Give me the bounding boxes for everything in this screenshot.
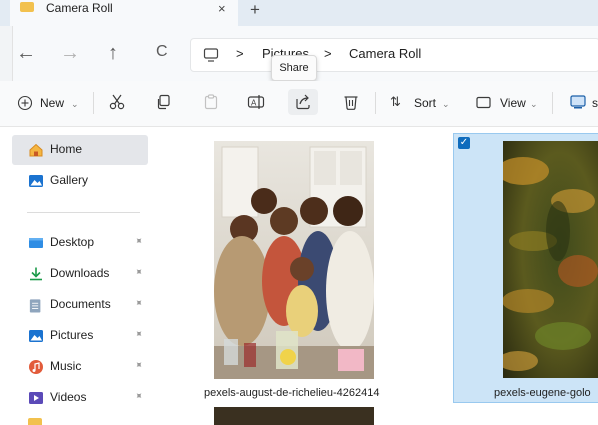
chevron-down-icon: ⌄ (442, 99, 450, 109)
divider (375, 92, 376, 114)
folder-icon[interactable] (28, 418, 42, 425)
sidebar-item-label: Music (50, 359, 82, 373)
sidebar-item-label: Desktop (50, 235, 95, 249)
sidebar-item-documents[interactable]: Documents ✦ (12, 290, 148, 320)
home-icon (29, 143, 43, 157)
refresh-button[interactable]: C (156, 43, 168, 61)
photo-thumbnail (214, 141, 374, 379)
sort-label: Sort (414, 96, 437, 110)
pin-icon[interactable]: ✦ (131, 359, 145, 373)
address-bar[interactable]: > Pictures > Camera Roll (190, 38, 598, 72)
file-name: pexels-eugene-golo (494, 387, 591, 399)
sidebar-item-label: Documents (50, 297, 111, 311)
sidebar-item-gallery[interactable]: Gallery (12, 166, 148, 196)
desktop-icon (29, 238, 43, 248)
view-label: View (500, 96, 526, 110)
pictures-icon (29, 330, 43, 342)
sidebar-item-pictures[interactable]: Pictures ✦ (12, 321, 148, 351)
documents-icon (29, 299, 41, 313)
copy-icon[interactable] (155, 93, 173, 111)
share-tooltip: Share (271, 55, 317, 81)
chevron-down-icon: ⌄ (71, 99, 79, 109)
sidebar-divider (27, 212, 140, 213)
checkbox-checked-icon[interactable]: ✓ (458, 137, 470, 149)
new-button[interactable]: New ⌄ (14, 94, 94, 114)
new-label: New (40, 96, 65, 110)
file-item[interactable]: pexels-august-de-richelieu-4262414 (200, 135, 400, 400)
sort-button[interactable]: ⇅ Sort ⌄ (388, 94, 454, 114)
delete-icon[interactable] (342, 93, 360, 111)
set-background-icon[interactable] (570, 94, 588, 110)
sidebar-item-desktop[interactable]: Desktop ✦ (12, 228, 148, 258)
divider (93, 92, 94, 114)
pin-icon[interactable]: ✦ (131, 266, 145, 280)
download-icon (30, 267, 42, 281)
pin-icon[interactable]: ✦ (131, 297, 145, 311)
forward-button[interactable]: → (60, 42, 80, 65)
sidebar-item-videos[interactable]: Videos ✦ (12, 383, 148, 413)
file-name: pexels-august-de-richelieu-4262414 (204, 387, 380, 399)
view-icon (476, 96, 491, 109)
cut-icon[interactable] (108, 93, 126, 111)
view-button[interactable]: View ⌄ (474, 94, 544, 114)
new-tab-button[interactable]: + (250, 0, 260, 20)
breadcrumb-separator: > (324, 46, 332, 61)
sidebar-item-label: Pictures (50, 328, 94, 342)
paste-icon[interactable] (202, 93, 220, 111)
back-button[interactable]: ← (16, 42, 36, 65)
share-icon (296, 94, 310, 110)
share-button[interactable] (288, 89, 318, 115)
divider (552, 92, 553, 114)
pin-icon[interactable]: ✦ (131, 235, 145, 249)
folder-icon (20, 2, 34, 12)
breadcrumb-separator: > (236, 46, 244, 61)
rename-icon[interactable]: A (247, 93, 265, 111)
svg-text:A: A (251, 99, 257, 108)
videos-icon (29, 392, 43, 404)
pin-icon[interactable]: ✦ (131, 390, 145, 404)
tab-camera-roll[interactable]: Camera Roll × (10, 0, 238, 26)
sidebar-item-label: Gallery (50, 173, 89, 187)
sort-icon: ⇅ (390, 94, 401, 109)
breadcrumb-camera-roll[interactable]: Camera Roll (349, 46, 421, 61)
photo-thumbnail (503, 141, 598, 378)
sidebar-item-label: Home (50, 142, 83, 156)
set-background-label-cropped[interactable]: s (592, 96, 598, 110)
sidebar-item-music[interactable]: Music ✦ (12, 352, 148, 382)
photo-thumbnail-partial[interactable] (214, 407, 374, 425)
plus-circle-icon (17, 95, 33, 111)
this-pc-icon (203, 48, 219, 62)
gallery-icon (29, 175, 43, 187)
chevron-down-icon: ⌄ (530, 99, 538, 109)
music-icon (29, 360, 43, 374)
tab-label: Camera Roll (46, 1, 113, 15)
sidebar-item-downloads[interactable]: Downloads ✦ (12, 259, 148, 289)
close-icon[interactable]: × (218, 1, 226, 16)
pin-icon[interactable]: ✦ (131, 328, 145, 342)
up-button[interactable]: ↑ (108, 42, 118, 65)
sidebar-item-home[interactable]: Home (12, 135, 148, 165)
sidebar-item-label: Downloads (50, 266, 110, 280)
sidebar-item-label: Videos (50, 390, 87, 404)
